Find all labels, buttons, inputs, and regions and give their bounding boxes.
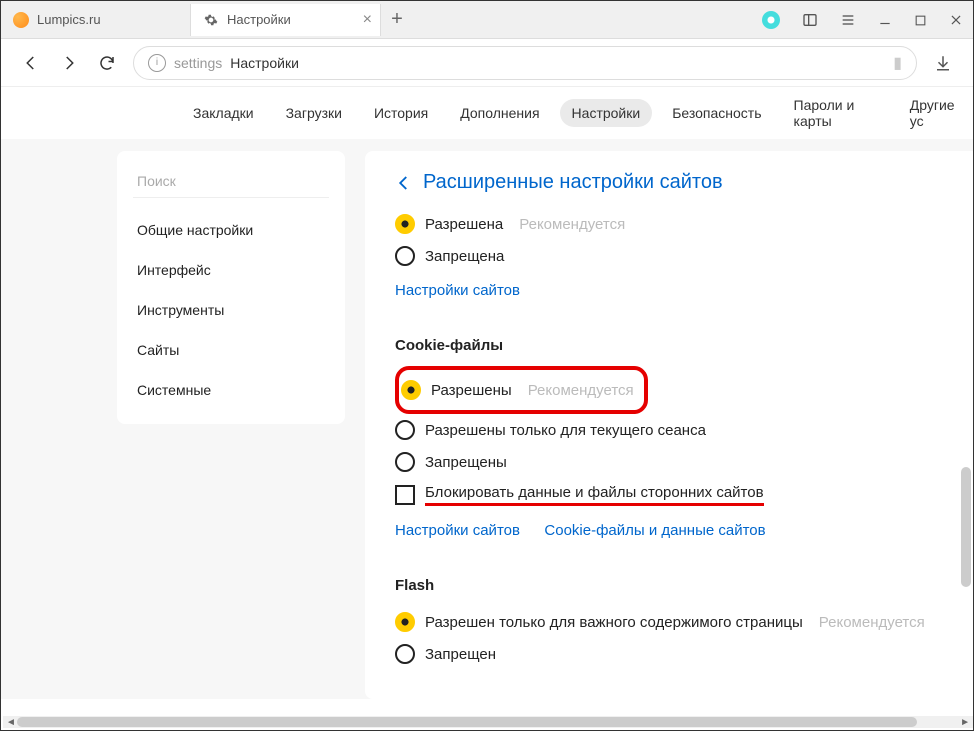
nav-security[interactable]: Безопасность (660, 99, 773, 127)
sidebar-toggle-icon[interactable] (802, 12, 818, 28)
highlight-annotation: Разрешены Рекомендуется (395, 366, 648, 414)
settings-sidebar: Поиск Общие настройки Интерфейс Инструме… (117, 151, 345, 424)
radio-icon (395, 214, 415, 234)
site-icon (13, 12, 29, 28)
content-area: Поиск Общие настройки Интерфейс Инструме… (1, 139, 973, 699)
nav-addons[interactable]: Дополнения (448, 99, 551, 127)
chevron-left-icon (395, 174, 413, 192)
link-cookie-data[interactable]: Cookie-файлы и данные сайтов (544, 512, 765, 549)
address-bar: i settings Настройки ▮ (1, 39, 973, 87)
scroll-right-icon[interactable]: ► (957, 717, 973, 728)
sidebar-item-interface[interactable]: Интерфейс (117, 250, 345, 290)
nav-history[interactable]: История (362, 99, 440, 127)
radio-icon (401, 380, 421, 400)
menu-icon[interactable] (840, 12, 856, 28)
new-tab-button[interactable]: + (381, 8, 413, 31)
section-cookies-title: Cookie-файлы (395, 337, 943, 354)
settings-nav: Закладки Загрузки История Дополнения Нас… (1, 87, 973, 139)
close-button[interactable] (949, 13, 963, 27)
sidebar-item-sites[interactable]: Сайты (117, 330, 345, 370)
nav-bookmarks[interactable]: Закладки (181, 99, 266, 127)
sidebar-item-tools[interactable]: Инструменты (117, 290, 345, 330)
tab-settings[interactable]: Настройки × (191, 4, 381, 36)
radio-cookies-allowed[interactable]: Разрешены Рекомендуется (401, 374, 634, 406)
radio-icon (395, 420, 415, 440)
radio-icon (395, 246, 415, 266)
bookmark-icon[interactable]: ▮ (893, 53, 902, 73)
tab-lumpics[interactable]: Lumpics.ru (1, 4, 191, 36)
radio-icon (395, 452, 415, 472)
tab-label: Настройки (227, 12, 291, 27)
horizontal-scrollbar[interactable]: ◄ ► (3, 716, 973, 728)
radio-icon (395, 644, 415, 664)
checkbox-icon (395, 485, 415, 505)
reload-button[interactable] (95, 51, 119, 75)
downloads-button[interactable] (931, 51, 955, 75)
url-title: Настройки (230, 55, 299, 71)
url-prefix: settings (174, 55, 222, 71)
window-controls (762, 1, 963, 39)
radio-cookies-blocked[interactable]: Запрещены (395, 446, 943, 478)
main-panel: Расширенные настройки сайтов Разрешена Р… (365, 151, 973, 699)
back-button[interactable] (19, 51, 43, 75)
maximize-button[interactable] (914, 14, 927, 27)
address-input[interactable]: i settings Настройки ▮ (133, 46, 917, 80)
zen-icon[interactable] (762, 11, 780, 29)
nav-passwords[interactable]: Пароли и карты (782, 91, 890, 135)
link-site-settings[interactable]: Настройки сайтов (395, 272, 520, 309)
radio-allowed[interactable]: Разрешена Рекомендуется (395, 208, 943, 240)
section-flash-title: Flash (395, 577, 943, 594)
vertical-scrollbar[interactable] (961, 87, 971, 687)
nav-settings[interactable]: Настройки (560, 99, 653, 127)
forward-button[interactable] (57, 51, 81, 75)
minimize-button[interactable] (878, 13, 892, 27)
radio-icon (395, 612, 415, 632)
tab-bar: Lumpics.ru Настройки × + (1, 1, 973, 39)
page-title[interactable]: Расширенные настройки сайтов (395, 171, 943, 194)
radio-blocked[interactable]: Запрещена (395, 240, 943, 272)
site-info-icon[interactable]: i (148, 54, 166, 72)
tab-label: Lumpics.ru (37, 12, 101, 27)
sidebar-item-general[interactable]: Общие настройки (117, 210, 345, 250)
sidebar-item-system[interactable]: Системные (117, 370, 345, 410)
checkbox-block-thirdparty[interactable]: Блокировать данные и файлы сторонних сай… (395, 478, 943, 512)
link-site-settings[interactable]: Настройки сайтов (395, 512, 520, 549)
close-icon[interactable]: × (363, 11, 372, 29)
radio-flash-blocked[interactable]: Запрещен (395, 638, 943, 670)
gear-icon (203, 12, 219, 28)
nav-downloads[interactable]: Загрузки (274, 99, 354, 127)
radio-flash-important[interactable]: Разрешен только для важного содержимого … (395, 606, 943, 638)
sidebar-search[interactable]: Поиск (133, 165, 329, 198)
radio-cookies-session[interactable]: Разрешены только для текущего сеанса (395, 414, 943, 446)
